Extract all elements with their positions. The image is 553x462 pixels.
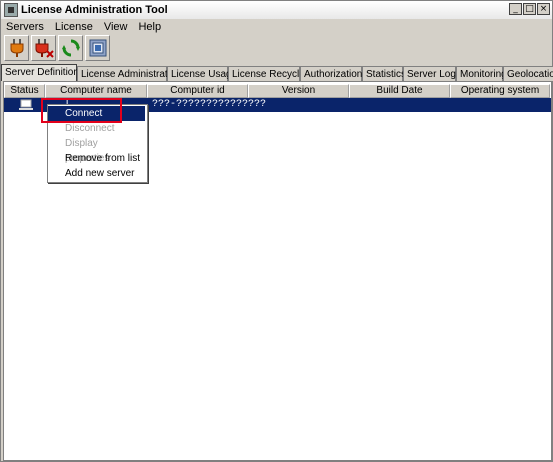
menu-bar: Servers License View Help — [1, 19, 552, 34]
app-window: License Administration Tool _ □ × Server… — [0, 0, 553, 462]
title-bar: License Administration Tool _ □ × — [1, 1, 552, 19]
refresh-button[interactable] — [58, 35, 83, 61]
remove-from-list-menu-item[interactable]: Remove from list — [48, 151, 145, 166]
toolbar — [4, 35, 110, 63]
tab-license-usage[interactable]: License Usage — [167, 66, 237, 81]
column-header-operating-system[interactable]: Operating system — [450, 84, 550, 98]
add-new-server-menu-item[interactable]: Add new server — [48, 166, 145, 181]
app-icon — [4, 3, 18, 17]
disconnect-button[interactable] — [31, 35, 56, 61]
tab-statistics[interactable]: Statistics — [362, 66, 406, 81]
menu-servers[interactable]: Servers — [1, 21, 50, 33]
disconnect-menu-item[interactable]: Disconnect — [48, 121, 145, 136]
table-header: Status Computer name Computer id Version… — [4, 84, 550, 98]
highlight-annotation-box — [41, 98, 122, 123]
tab-strip: Server Definitions License Administratio… — [1, 64, 553, 81]
tab-license-recycling[interactable]: License Recycling — [228, 66, 313, 81]
close-button[interactable]: × — [537, 3, 550, 15]
maximize-button[interactable]: □ — [523, 3, 536, 15]
window-controls: _ □ × — [509, 3, 550, 15]
tab-server-definitions[interactable]: Server Definitions — [1, 64, 84, 81]
tab-server-logs[interactable]: Server Logs — [403, 66, 461, 81]
display-properties-menu-item[interactable]: Display properties — [48, 136, 145, 164]
column-header-computer-name[interactable]: Computer name — [45, 84, 147, 98]
column-header-version[interactable]: Version — [248, 84, 349, 98]
tab-geolocation[interactable]: Geolocation — [503, 66, 553, 81]
tab-monitoring[interactable]: Monitoring — [456, 66, 507, 81]
plug-connect-icon — [10, 39, 23, 57]
window-title: License Administration Tool — [21, 4, 168, 16]
column-header-status[interactable]: Status — [4, 84, 45, 98]
menu-help[interactable]: Help — [133, 21, 167, 33]
tab-authorizations[interactable]: Authorizations — [300, 66, 367, 81]
minimize-button[interactable]: _ — [509, 3, 522, 15]
column-header-build-date[interactable]: Build Date — [349, 84, 450, 98]
properties-icon — [89, 39, 106, 57]
computer-id-cell: ???-??????????????? — [152, 99, 267, 110]
properties-button[interactable] — [85, 35, 110, 61]
connect-button[interactable] — [4, 35, 29, 61]
menu-license[interactable]: License — [50, 21, 99, 33]
tab-license-administration[interactable]: License Administration — [77, 66, 181, 81]
column-header-computer-id[interactable]: Computer id — [147, 84, 248, 98]
server-icon — [19, 99, 33, 113]
refresh-icon — [61, 39, 80, 57]
plug-disconnect-icon — [35, 39, 54, 58]
menu-view[interactable]: View — [99, 21, 134, 33]
